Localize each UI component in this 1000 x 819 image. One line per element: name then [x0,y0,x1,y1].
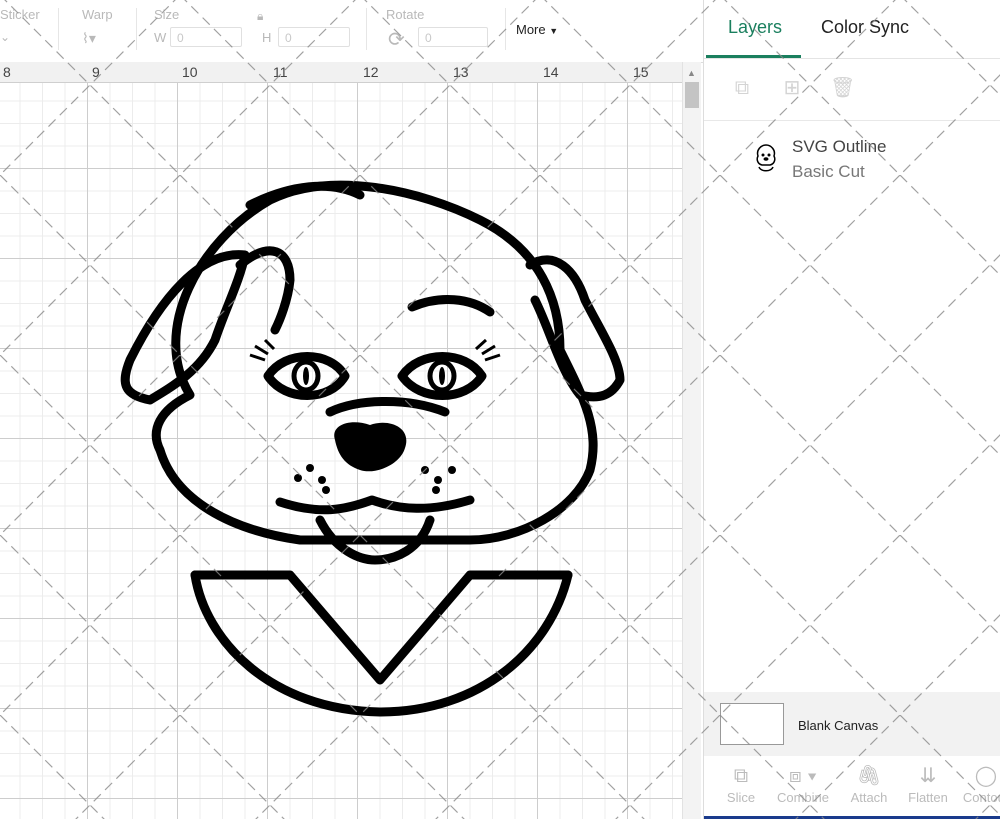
group-icon[interactable]: ⧉ [730,76,754,100]
combine-icon: ⧈ ▾ [788,765,818,787]
scroll-up-arrow-icon[interactable]: ▲ [687,68,696,78]
caret-down-icon: ▼ [549,26,559,36]
attach-button[interactable]: 🖇︎ Attach [841,762,897,805]
toolbar-divider [366,8,367,50]
vertical-scrollbar[interactable]: ▲ [682,62,701,819]
sticker-label: Sticker [0,7,40,22]
slice-icon: ⧉ [733,765,749,787]
ruler-tick: 12 [363,64,379,80]
ruler-tick: 15 [633,64,649,80]
rotate-icon[interactable]: ⟳ [388,27,405,52]
ruler-tick: 10 [182,64,198,80]
ruler-tick: 8 [3,64,11,80]
tab-color-sync[interactable]: Color Sync [821,17,909,38]
layer-actions-bar: ⧉ Slice ⧈ ▾ Combine 🖇︎ Attach ⇊ Flatten … [704,758,1000,819]
height-prefix: H [262,30,272,45]
contour-label: Contour [962,790,1000,805]
panel-divider [704,120,1000,121]
attach-label: Attach [850,790,888,805]
rotate-label: Rotate [386,7,425,22]
contour-icon: ◯ [974,765,998,787]
ruler-tick: 9 [92,64,100,80]
ruler-tick: 13 [453,64,469,80]
rotate-field[interactable]: 0 [418,27,488,47]
delete-icon[interactable]: 🗑︎ [830,76,855,100]
height-field[interactable]: 0 [278,27,350,47]
warp-icon[interactable]: ⌇▾ [82,30,96,47]
combine-button[interactable]: ⧈ ▾ Combine [775,762,831,805]
size-label: Size [154,7,180,22]
layer-thumbnail-icon [756,144,776,172]
width-field[interactable]: 0 [170,27,242,47]
toolbar-divider [136,8,137,50]
layers-panel: Layers Color Sync ⧉ ⊞ 🗑︎ SVG Outline Bas… [703,0,1000,819]
blank-canvas-row[interactable]: Blank Canvas [704,692,1000,756]
more-label: More [516,22,546,37]
combine-label: Combine [776,790,830,805]
tab-layers[interactable]: Layers [728,17,782,38]
lock-icon[interactable]: 🔒︎ [257,9,263,24]
layer-item[interactable]: SVG Outline Basic Cut [704,130,1000,186]
sticker-chevron-icon[interactable]: ⌄ [0,30,10,44]
toolbar-divider [505,8,506,50]
scroll-thumb[interactable] [685,82,699,108]
ruler-tick: 14 [543,64,559,80]
blank-canvas-swatch[interactable] [720,703,784,745]
toolbar-divider [58,8,59,50]
warp-label: Warp [82,7,113,22]
attach-icon: 🖇︎ [856,765,882,787]
ruler-tick: 11 [273,64,288,80]
horizontal-ruler: 8 9 10 11 12 13 14 15 [0,62,682,83]
panel-divider [704,58,1000,59]
width-prefix: W [154,30,167,45]
flatten-button[interactable]: ⇊ Flatten [900,762,956,805]
dog-face-design[interactable] [0,83,682,819]
flatten-icon: ⇊ [919,765,937,787]
layer-name: SVG Outline [792,137,887,156]
duplicate-icon[interactable]: ⊞ [780,76,804,100]
slice-button[interactable]: ⧉ Slice [713,762,769,805]
flatten-label: Flatten [908,790,948,805]
contour-button[interactable]: ◯ Contour [958,762,1000,805]
design-canvas[interactable] [0,83,682,819]
more-button[interactable]: More ▼ [516,22,558,37]
top-toolbar: Sticker ⌄ Warp ⌇▾ Size W 0 🔒︎ H 0 Rotate… [0,0,703,63]
blank-canvas-label: Blank Canvas [798,718,879,733]
slice-label: Slice [726,790,756,805]
layer-operation: Basic Cut [792,162,865,181]
